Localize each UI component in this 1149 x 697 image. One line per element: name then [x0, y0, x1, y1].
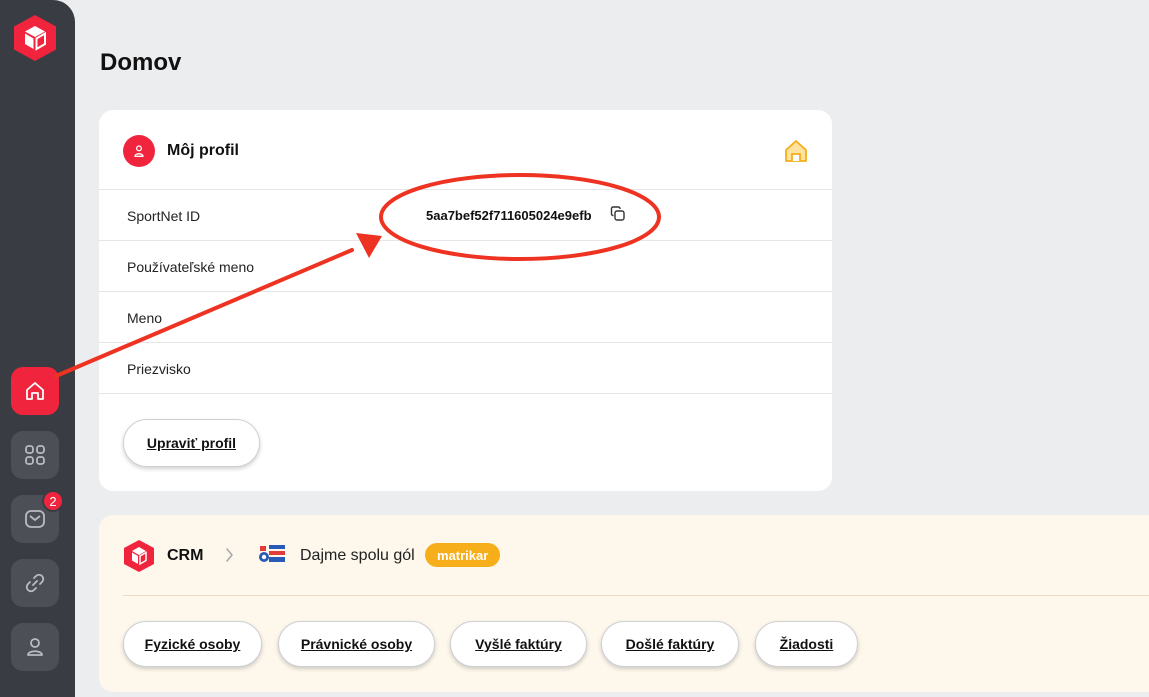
row-label: SportNet ID — [127, 208, 201, 224]
received-invoices-button[interactable]: Došlé faktúry — [601, 621, 739, 667]
crm-label[interactable]: CRM — [167, 547, 203, 565]
row-label: Používateľské meno — [127, 259, 255, 275]
sportnet-id-value: 5aa7bef52f711605024e9efb — [426, 208, 592, 223]
profile-avatar — [123, 135, 155, 167]
link-icon — [25, 573, 45, 593]
profile-row-username: Používateľské meno — [99, 241, 832, 292]
profile-card: Môj profil SportNet ID 5aa7bef52f7116050… — [99, 110, 832, 491]
profile-card-header: Môj profil — [99, 110, 832, 190]
sidebar-item-links[interactable] — [11, 559, 59, 607]
profile-row-first-name: Meno — [99, 292, 832, 343]
natural-persons-button[interactable]: Fyzické osoby — [123, 621, 262, 667]
home-icon — [783, 138, 809, 164]
crm-panel: CRM Dajme spolu gól matrikar Fyzické oso… — [99, 515, 1149, 692]
home-icon — [26, 382, 44, 400]
crm-logo — [123, 539, 155, 573]
legal-entities-button[interactable]: Právnické osoby — [278, 621, 435, 667]
page-title: Domov — [100, 49, 182, 76]
issued-invoices-button[interactable]: Vyšlé faktúry — [450, 621, 587, 667]
user-icon — [134, 145, 144, 157]
divider — [123, 595, 1149, 596]
profile-row-sportnet-id: SportNet ID 5aa7bef52f711605024e9efb — [99, 190, 832, 241]
mail-icon — [25, 510, 45, 528]
sidebar-item-home[interactable] — [11, 367, 59, 415]
club-name[interactable]: Dajme spolu gól — [300, 547, 415, 565]
edit-profile-button[interactable]: Upraviť profil — [123, 419, 260, 467]
copy-icon[interactable] — [610, 206, 626, 222]
chevron-right-icon — [223, 547, 235, 563]
app-logo[interactable] — [12, 14, 58, 62]
sidebar-item-apps[interactable] — [11, 431, 59, 479]
row-label: Meno — [127, 310, 163, 326]
user-icon — [27, 638, 43, 656]
sidebar-item-profile[interactable] — [11, 623, 59, 671]
club-logo — [258, 543, 286, 565]
role-badge: matrikar — [425, 543, 501, 567]
row-label: Priezvisko — [127, 361, 191, 377]
apps-grid-icon — [25, 445, 45, 465]
profile-card-title: Môj profil — [167, 142, 239, 159]
notification-badge: 2 — [42, 490, 64, 512]
profile-row-last-name: Priezvisko — [99, 343, 832, 394]
requests-button[interactable]: Žiadosti — [755, 621, 858, 667]
